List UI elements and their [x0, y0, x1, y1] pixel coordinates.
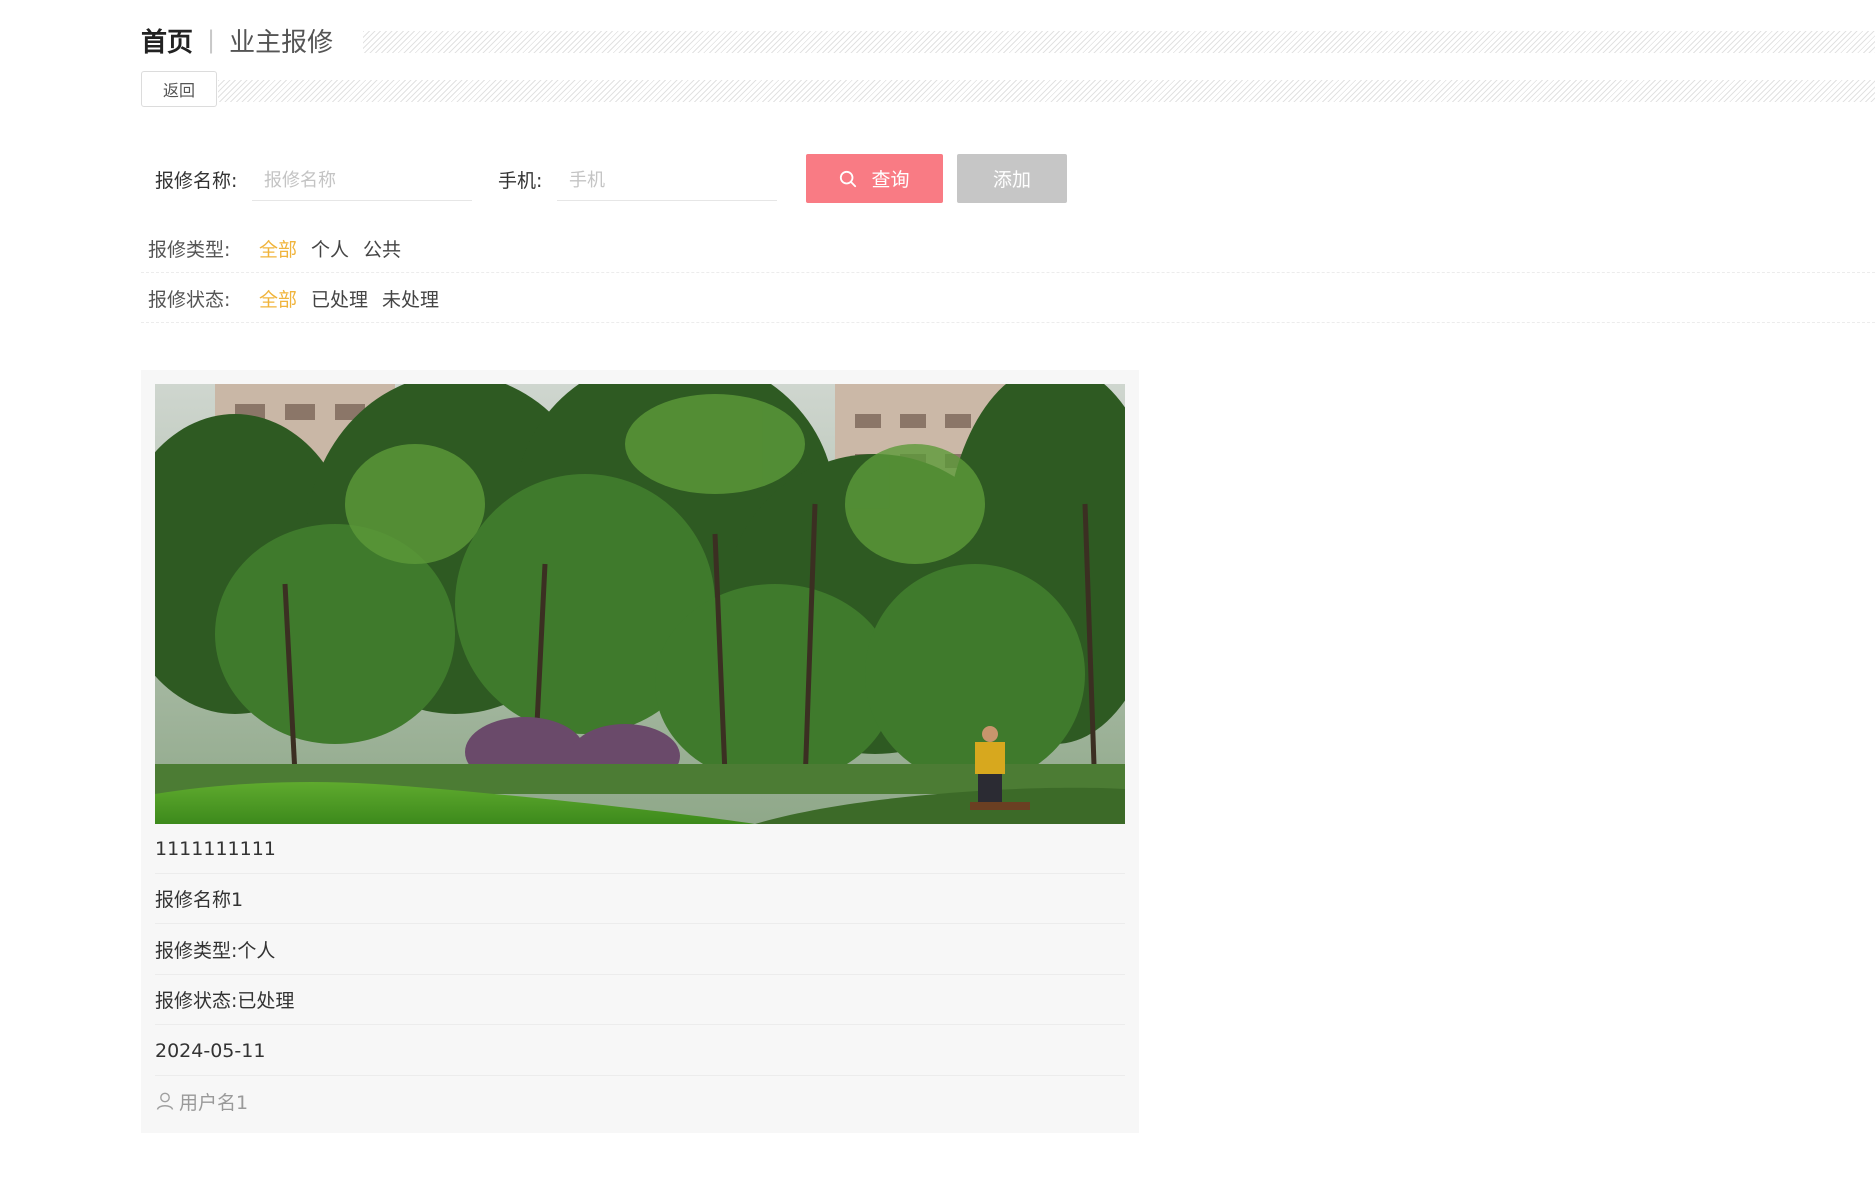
filter-type-option-public[interactable]: 公共 [363, 235, 401, 262]
filter-type-option-all[interactable]: 全部 [259, 235, 297, 262]
filter-status-option-all[interactable]: 全部 [259, 285, 297, 312]
breadcrumb: 首页 | 业主报修 [141, 18, 333, 62]
query-button[interactable]: 查询 [806, 154, 943, 203]
card-date: 2024-05-11 [155, 1026, 1125, 1076]
filter-type-label: 报修类型: [148, 239, 231, 261]
garden-photo[interactable] [155, 384, 1125, 824]
phone-label: 手机: [498, 170, 543, 192]
decorative-hatch [363, 31, 1875, 53]
phone-input[interactable] [557, 160, 777, 200]
filter-status-option-unprocessed[interactable]: 未处理 [382, 285, 439, 312]
breadcrumb-separator: | [207, 26, 216, 54]
search-icon [840, 170, 857, 187]
phone-field-wrap [557, 160, 777, 201]
repair-card[interactable]: 1111111111 报修名称1 报修类型:个人 报修状态:已处理 2024-0… [141, 370, 1139, 1133]
garden-photo-icon [155, 384, 1125, 824]
filter-repair-status: 报修状态: 全部 已处理 未处理 [141, 275, 1875, 323]
user-icon [156, 1092, 174, 1110]
page: 首页 | 业主报修 返回 报修名称: 手机: 查询 添加 报修类型: 全部 个人… [0, 0, 1875, 1187]
repair-name-label: 报修名称: [155, 170, 238, 192]
query-button-label: 查询 [871, 169, 910, 191]
filter-status-option-processed[interactable]: 已处理 [311, 285, 368, 312]
breadcrumb-home[interactable]: 首页 [141, 22, 193, 59]
card-repair-type: 报修类型:个人 [155, 925, 1125, 975]
card-repair-status: 报修状态:已处理 [155, 975, 1125, 1025]
filter-repair-type: 报修类型: 全部 个人 公共 [141, 225, 1875, 273]
add-button[interactable]: 添加 [957, 154, 1067, 203]
card-user: 用户名1 [155, 1076, 1125, 1126]
card-phone: 1111111111 [155, 824, 1125, 874]
repair-name-input[interactable] [252, 160, 472, 200]
breadcrumb-current: 业主报修 [229, 27, 334, 58]
filter-type-option-personal[interactable]: 个人 [311, 235, 349, 262]
card-repair-name: 报修名称1 [155, 874, 1125, 924]
card-username: 用户名1 [179, 1091, 249, 1114]
back-button[interactable]: 返回 [141, 71, 217, 107]
repair-name-field-wrap [252, 160, 472, 201]
decorative-hatch [218, 80, 1875, 102]
filter-status-label: 报修状态: [148, 289, 231, 311]
